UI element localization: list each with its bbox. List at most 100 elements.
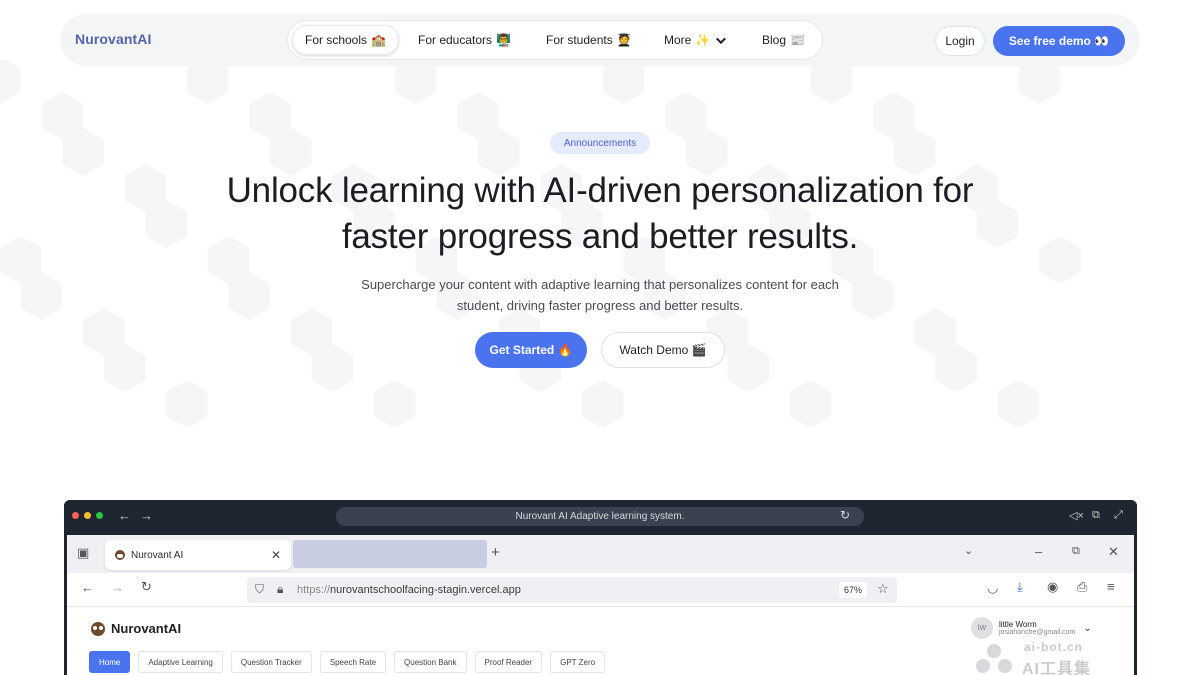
app-tab-question-tracker: Question Tracker xyxy=(230,651,312,673)
watch-demo-button[interactable]: Watch Demo 🎬 xyxy=(601,332,725,368)
app-tab-home: Home xyxy=(89,651,131,673)
browser-tab-title: Nurovant AI xyxy=(131,549,184,561)
address-bar: ⛉ 🔒︎ https://nurovantschoolfacing-stagin… xyxy=(247,577,897,603)
browser-tab: Nurovant AI ✕ xyxy=(105,540,291,570)
close-window-icon: ✕ xyxy=(1108,544,1119,559)
shield-icon: ⛉ xyxy=(255,582,265,596)
minimize-icon: – xyxy=(1035,544,1043,559)
user-name: little Worm xyxy=(999,620,1037,629)
background-hexagon xyxy=(394,60,437,104)
nav-blog[interactable]: Blog 📰 xyxy=(750,25,817,55)
avatar: lW xyxy=(971,617,993,639)
extensions-icon: ⎙ xyxy=(1077,579,1088,594)
background-hexagon xyxy=(374,380,416,428)
login-button[interactable]: Login xyxy=(935,26,985,56)
app-tab-proof-reader: Proof Reader xyxy=(474,651,543,673)
get-started-button[interactable]: Get Started 🔥 xyxy=(475,332,587,368)
newspaper-icon: 📰 xyxy=(790,33,805,47)
user-email: josiahonche@gmail.com xyxy=(999,629,1076,636)
background-hexagon xyxy=(1018,60,1060,104)
bookmark-star-icon: ☆ xyxy=(877,581,889,596)
owl-icon xyxy=(91,621,105,636)
forward-arrow-icon: → xyxy=(111,580,124,595)
browser-toolbar: ← → ↻ ⛉ 🔒︎ https://nurovantschoolfacing-… xyxy=(67,573,1134,607)
background-hexagon xyxy=(0,60,21,104)
nav-label: Blog xyxy=(762,33,787,47)
browser-tab-strip: ▣ Nurovant AI ✕ + ⌄ – ⧉ ✕ xyxy=(67,535,1134,573)
teacher-icon: 👨‍🏫 xyxy=(496,33,511,47)
background-hexagon xyxy=(166,380,208,428)
new-tab-icon: + xyxy=(491,544,500,561)
minimize-dot-icon xyxy=(84,512,91,519)
menu-icon: ≡ xyxy=(1107,579,1115,594)
watermark: ai-bot.cn AI工具集 xyxy=(972,640,1142,675)
back-arrow-icon: ← xyxy=(118,508,131,523)
see-free-demo-button[interactable]: See free demo 👀 xyxy=(993,26,1125,56)
hero-subtitle-line: student, driving faster progress and bet… xyxy=(456,298,744,313)
restore-icon: ⧉ xyxy=(1072,545,1080,557)
url-host: nurovantschoolfacing-stagin.vercel.app xyxy=(330,584,521,596)
nav-for-students[interactable]: For students 🧑‍🎓 xyxy=(534,25,644,55)
nav-label: For students xyxy=(546,33,613,47)
chevron-down-icon: ⌄ xyxy=(1083,622,1092,634)
hero-subtitle-line: Supercharge your content with adaptive l… xyxy=(361,277,839,292)
hero-title: Unlock learning with AI-driven personali… xyxy=(100,168,1100,260)
close-tab-icon: ✕ xyxy=(270,548,281,562)
back-arrow-icon: ← xyxy=(81,580,94,595)
background-hexagon xyxy=(582,380,624,428)
chevron-down-icon xyxy=(716,33,727,44)
school-icon: 🏫 xyxy=(371,33,386,47)
nav-for-educators[interactable]: For educators 👨‍🏫 xyxy=(406,25,523,55)
app-tab-question-bank: Question Bank xyxy=(394,651,467,673)
background-hexagon xyxy=(997,380,1040,428)
app-tabs: Home Adaptive Learning Question Tracker … xyxy=(89,651,613,675)
app-name: NurovantAI xyxy=(111,621,182,636)
chevron-down-icon: ⌄ xyxy=(964,545,974,557)
sparkle-icon: ✨ xyxy=(695,33,711,47)
reload-icon: ↻ xyxy=(141,579,152,594)
url-scheme: https:// xyxy=(297,584,331,596)
top-navigation-bar: NurovantAI For schools 🏫 For educators 👨… xyxy=(60,14,1140,66)
background-hexagon xyxy=(810,60,853,104)
main-nav: For schools 🏫 For educators 👨‍🏫 For stud… xyxy=(287,20,823,60)
pocket-icon: ◡ xyxy=(987,580,999,595)
nav-label: For schools xyxy=(305,33,368,47)
nav-label: For educators xyxy=(418,33,493,47)
user-menu: lW little Worm josiahonche@gmail.com ⌄ xyxy=(971,617,1092,639)
nav-label: More xyxy=(664,33,692,47)
watermark-domain: ai-bot.cn xyxy=(1024,640,1083,654)
lock-icon: 🔒︎ xyxy=(277,582,284,596)
app-tab-gpt-zero: GPT Zero xyxy=(550,651,606,673)
preview-window-titlebar: ← → Nurovant AI Adaptive learning system… xyxy=(64,500,1137,532)
brand-logo[interactable]: NurovantAI xyxy=(75,31,151,47)
app-tab-speech-rate: Speech Rate xyxy=(319,651,387,673)
nav-for-schools[interactable]: For schools 🏫 xyxy=(292,25,399,55)
zoom-level: 67% xyxy=(839,582,867,598)
forward-arrow-icon: → xyxy=(140,508,153,523)
account-icon: ◉ xyxy=(1047,579,1059,594)
watermark-logo-icon xyxy=(976,644,1012,673)
app-tab-adaptive-learning: Adaptive Learning xyxy=(138,651,223,673)
announcements-badge[interactable]: Announcements xyxy=(550,132,650,154)
address-url: https://nurovantschoolfacing-stagin.verc… xyxy=(297,584,521,596)
mute-icon: ◁× xyxy=(1069,510,1084,522)
nav-more-dropdown[interactable]: More ✨ xyxy=(652,25,735,55)
download-icon: ⤓ xyxy=(1017,579,1023,594)
external-link-icon: ⧉ xyxy=(1092,509,1100,521)
background-hexagon xyxy=(789,380,832,428)
background-hexagon xyxy=(187,60,229,104)
fullscreen-icon: ⤢ xyxy=(1114,509,1123,521)
preview-window-title: Nurovant AI Adaptive learning system. xyxy=(336,507,864,526)
favicon-icon xyxy=(115,550,125,560)
app-logo: NurovantAI xyxy=(91,621,181,636)
hero-subtitle: Supercharge your content with adaptive l… xyxy=(300,274,900,316)
hero-title-line: Unlock learning with AI-driven personali… xyxy=(226,171,974,210)
dragged-tab-placeholder xyxy=(293,540,487,568)
watermark-title: AI工具集 xyxy=(1022,661,1092,675)
student-icon: 🧑‍🎓 xyxy=(616,33,632,47)
background-hexagon xyxy=(602,60,645,104)
hero-title-line: faster progress and better results. xyxy=(341,217,859,256)
maximize-dot-icon xyxy=(96,512,103,519)
reload-icon: ↻ xyxy=(840,508,851,522)
close-dot-icon xyxy=(72,512,79,519)
